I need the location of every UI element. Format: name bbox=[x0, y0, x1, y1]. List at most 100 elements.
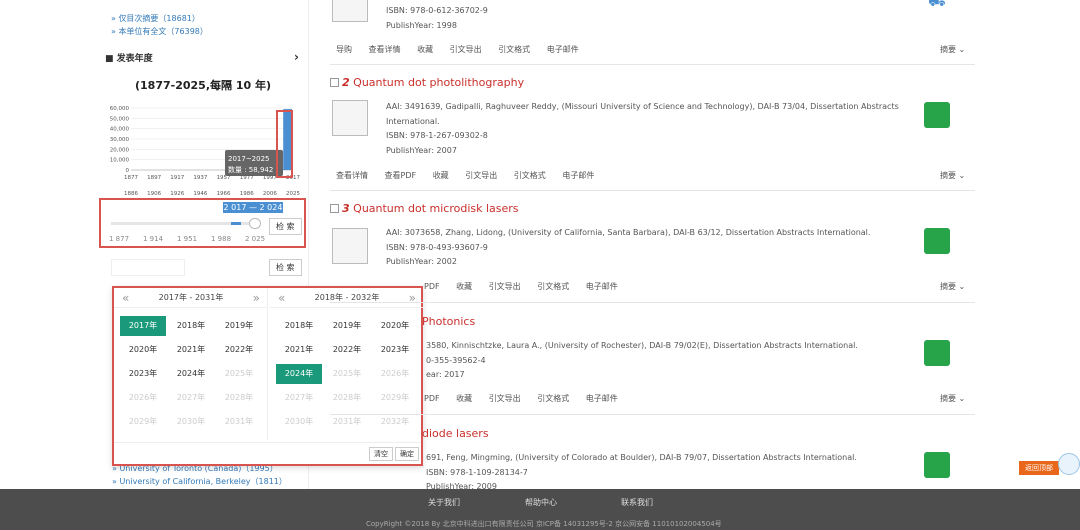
record-actions: 查看详情 查看PDF 收藏 引文导出 引文格式 电子邮件 bbox=[336, 170, 608, 181]
year-section-header[interactable]: ■ 发表年度 › bbox=[105, 50, 305, 64]
x-tick-label: 1966 bbox=[217, 191, 231, 197]
year-search-button[interactable]: 检 索 bbox=[269, 259, 302, 276]
action-email[interactable]: 电子邮件 bbox=[547, 45, 579, 54]
institution-link[interactable]: » University of California, Berkeley（181… bbox=[112, 476, 287, 487]
record-actions: PDF 收藏 引文导出 引文格式 电子邮件 bbox=[424, 281, 632, 292]
action-export[interactable]: 引文导出 bbox=[489, 394, 521, 403]
ebook-icon[interactable] bbox=[924, 452, 950, 478]
tooltip-title: 2017~2025 bbox=[228, 155, 270, 163]
ebook-icon[interactable] bbox=[924, 340, 950, 366]
double-chevron-right-icon[interactable]: » bbox=[253, 288, 260, 308]
year-cell[interactable]: 2029年 bbox=[372, 388, 418, 408]
abstract-toggle[interactable]: 摘要 ⌄ bbox=[940, 44, 965, 55]
record-checkbox[interactable] bbox=[330, 204, 339, 213]
double-chevron-left-icon[interactable]: « bbox=[122, 288, 129, 308]
action-format[interactable]: 引文格式 bbox=[498, 45, 530, 54]
action-detail[interactable]: 查看详情 bbox=[336, 171, 368, 180]
record-meta: AAI: 3073658, Zhang, Lidong, (University… bbox=[386, 226, 906, 270]
year-cell[interactable]: 2026年 bbox=[372, 364, 418, 384]
action-detail[interactable]: 查看详情 bbox=[369, 45, 401, 54]
chat-icon[interactable] bbox=[1058, 453, 1080, 475]
action-export[interactable]: 引文导出 bbox=[450, 45, 482, 54]
year-cell[interactable]: 2020年 bbox=[372, 316, 418, 336]
action-pdf[interactable]: PDF bbox=[424, 282, 440, 291]
ebook-icon[interactable] bbox=[924, 102, 950, 128]
abstract-toggle[interactable]: 摘要 ⌄ bbox=[940, 281, 965, 292]
action-favorite[interactable]: 收藏 bbox=[433, 171, 449, 180]
year-cell[interactable]: 2029年 bbox=[120, 412, 166, 432]
record-number: 3 bbox=[342, 202, 350, 215]
year-cell[interactable]: 2018年 bbox=[276, 316, 322, 336]
double-chevron-left-icon[interactable]: « bbox=[278, 288, 285, 308]
abstract-toggle[interactable]: 摘要 ⌄ bbox=[940, 170, 965, 181]
y-tick-label: 50,000 bbox=[110, 116, 130, 122]
cart-icon[interactable]: ⛟ bbox=[928, 0, 950, 10]
record-title[interactable]: Photonics bbox=[422, 315, 475, 328]
action-buy[interactable]: 导购 bbox=[336, 45, 352, 54]
year-cell[interactable]: 2027年 bbox=[168, 388, 214, 408]
filter-full-text[interactable]: » 本单位有全文（76398） bbox=[111, 26, 208, 37]
action-pdf[interactable]: PDF bbox=[424, 394, 440, 403]
action-pdf[interactable]: 查看PDF bbox=[385, 171, 417, 180]
record-actions: 导购 查看详情 收藏 引文导出 引文格式 电子邮件 bbox=[336, 44, 593, 55]
footer-link-contact[interactable]: 联系我们 bbox=[621, 497, 653, 508]
year-cell[interactable]: 2030年 bbox=[168, 412, 214, 432]
year-cell[interactable]: 2024年 bbox=[168, 364, 214, 384]
y-tick-label: 20,000 bbox=[110, 147, 130, 153]
year-slider-track[interactable] bbox=[111, 222, 249, 225]
double-chevron-right-icon[interactable]: » bbox=[409, 288, 416, 308]
year-cell[interactable]: 2023年 bbox=[120, 364, 166, 384]
slider-search-button[interactable]: 检 索 bbox=[269, 218, 302, 235]
year-cell[interactable]: 2027年 bbox=[276, 388, 322, 408]
abstract-toggle[interactable]: 摘要 ⌄ bbox=[940, 393, 965, 404]
action-format[interactable]: 引文格式 bbox=[514, 171, 546, 180]
confirm-button[interactable]: 确定 bbox=[395, 447, 419, 461]
year-cell[interactable]: 2025年 bbox=[216, 364, 262, 384]
action-export[interactable]: 引文导出 bbox=[489, 282, 521, 291]
year-cell[interactable]: 2026年 bbox=[120, 388, 166, 408]
action-email[interactable]: 电子邮件 bbox=[586, 282, 618, 291]
record-title[interactable]: 3 Quantum dot microdisk lasers bbox=[330, 202, 519, 215]
footer-link-about[interactable]: 关于我们 bbox=[428, 497, 460, 508]
year-cell[interactable]: 2021年 bbox=[168, 340, 214, 360]
action-format[interactable]: 引文格式 bbox=[537, 282, 569, 291]
record-title[interactable]: 2 Quantum dot photolithography bbox=[330, 76, 524, 89]
ebook-icon[interactable] bbox=[924, 228, 950, 254]
record-checkbox[interactable] bbox=[330, 78, 339, 87]
year-input[interactable] bbox=[111, 259, 185, 276]
clear-button[interactable]: 清空 bbox=[369, 447, 393, 461]
year-slider-handle[interactable] bbox=[249, 218, 261, 229]
action-export[interactable]: 引文导出 bbox=[465, 171, 497, 180]
year-cell[interactable]: 2022年 bbox=[324, 340, 370, 360]
year-cell[interactable]: 2018年 bbox=[168, 316, 214, 336]
chevron-right-icon[interactable]: › bbox=[294, 50, 299, 64]
year-cell[interactable]: 2023年 bbox=[372, 340, 418, 360]
action-email[interactable]: 电子邮件 bbox=[586, 394, 618, 403]
action-format[interactable]: 引文格式 bbox=[537, 394, 569, 403]
action-favorite[interactable]: 收藏 bbox=[456, 394, 472, 403]
year-cell[interactable]: 2030年 bbox=[276, 412, 322, 432]
action-favorite[interactable]: 收藏 bbox=[456, 282, 472, 291]
year-cell[interactable]: 2031年 bbox=[324, 412, 370, 432]
back-to-top-button[interactable]: 返回顶部 bbox=[1019, 461, 1059, 475]
year-cell[interactable]: 2024年 bbox=[276, 364, 322, 384]
year-cell[interactable]: 2028年 bbox=[324, 388, 370, 408]
year-cell[interactable]: 2017年 bbox=[120, 316, 166, 336]
year-cell[interactable]: 2019年 bbox=[216, 316, 262, 336]
year-cell[interactable]: 2020年 bbox=[120, 340, 166, 360]
action-email[interactable]: 电子邮件 bbox=[562, 171, 594, 180]
year-cell[interactable]: 2019年 bbox=[324, 316, 370, 336]
record-title[interactable]: diode lasers bbox=[422, 427, 489, 440]
action-favorite[interactable]: 收藏 bbox=[417, 45, 433, 54]
year-cell[interactable]: 2031年 bbox=[216, 412, 262, 432]
y-tick-label: 60,000 bbox=[110, 106, 130, 112]
year-cell[interactable]: 2028年 bbox=[216, 388, 262, 408]
year-cell[interactable]: 2025年 bbox=[324, 364, 370, 384]
slider-tick: 1 951 bbox=[177, 235, 198, 243]
year-cell[interactable]: 2021年 bbox=[276, 340, 322, 360]
footer-link-help[interactable]: 帮助中心 bbox=[525, 497, 557, 508]
filter-abstract-only[interactable]: » 仅目次摘要（18681） bbox=[111, 13, 200, 24]
year-cell[interactable]: 2032年 bbox=[372, 412, 418, 432]
record-title-rest: microdisk lasers bbox=[426, 202, 519, 215]
year-cell[interactable]: 2022年 bbox=[216, 340, 262, 360]
